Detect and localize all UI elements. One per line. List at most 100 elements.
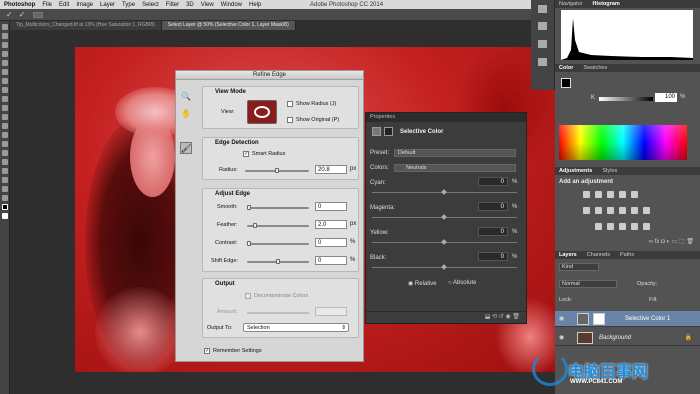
menu-edit[interactable]: Edit bbox=[59, 2, 69, 8]
show-radius-checkbox[interactable] bbox=[287, 101, 293, 107]
brush-preset-icon[interactable] bbox=[33, 11, 44, 18]
gradient-tool-icon[interactable] bbox=[2, 123, 8, 129]
visibility-eye-icon[interactable]: ◉ bbox=[559, 334, 564, 341]
black-slider-knob[interactable] bbox=[441, 264, 447, 270]
levels-icon[interactable] bbox=[595, 191, 602, 198]
character-panel-icon[interactable] bbox=[538, 58, 547, 66]
contrast-input[interactable]: 0 bbox=[315, 238, 347, 247]
smooth-input[interactable]: 0 bbox=[315, 202, 347, 211]
tab-histogram[interactable]: Histogram bbox=[593, 1, 620, 7]
selective-color-icon[interactable] bbox=[643, 223, 650, 230]
path-select-tool-icon[interactable] bbox=[2, 168, 8, 174]
actions-panel-icon[interactable] bbox=[538, 22, 547, 30]
blend-mode-select[interactable]: Normal bbox=[559, 280, 617, 288]
magenta-input[interactable]: 0 bbox=[478, 202, 508, 211]
view-thumbnail[interactable] bbox=[247, 100, 277, 124]
tab-document-1[interactable]: Tip_Multicolors_Changed.tif at 13% (Hue … bbox=[10, 21, 162, 30]
amount-input[interactable] bbox=[315, 307, 347, 316]
quick-select-tool-icon[interactable] bbox=[2, 51, 8, 57]
channel-mixer-icon[interactable] bbox=[631, 207, 638, 214]
delete-icon[interactable]: 🗑 bbox=[512, 314, 520, 320]
shift-edge-input[interactable]: 0 bbox=[315, 256, 347, 265]
contrast-slider-thumb[interactable] bbox=[247, 241, 251, 246]
remember-settings-checkbox[interactable]: ✓ bbox=[204, 348, 210, 354]
brush-mode-icon[interactable]: ✓ bbox=[19, 10, 26, 19]
marquee-tool-icon[interactable] bbox=[2, 33, 8, 39]
absolute-radio[interactable]: ○ Absolute bbox=[448, 280, 476, 286]
properties-tab[interactable]: Properties bbox=[366, 113, 526, 122]
brush-icon[interactable]: ✓ bbox=[6, 10, 13, 19]
black-slider[interactable] bbox=[372, 264, 517, 270]
radius-slider-thumb[interactable] bbox=[275, 168, 279, 173]
radius-input[interactable]: 20.8 bbox=[315, 165, 347, 174]
relative-radio[interactable]: ◉ Relative bbox=[408, 280, 437, 287]
smart-radius-checkbox[interactable]: ✓ bbox=[243, 151, 249, 157]
healing-tool-icon[interactable] bbox=[2, 78, 8, 84]
smooth-slider[interactable] bbox=[247, 205, 309, 210]
history-panel-icon[interactable] bbox=[538, 5, 547, 13]
shift-edge-slider-thumb[interactable] bbox=[276, 259, 280, 264]
menu-help[interactable]: Help bbox=[249, 2, 261, 8]
menu-layer[interactable]: Layer bbox=[100, 2, 115, 8]
eyedropper-tool-icon[interactable] bbox=[2, 69, 8, 75]
eraser-tool-icon[interactable] bbox=[2, 114, 8, 120]
yellow-slider-knob[interactable] bbox=[441, 239, 447, 245]
decontaminate-checkbox[interactable] bbox=[245, 293, 251, 299]
background-color-icon[interactable] bbox=[2, 213, 8, 219]
brush-tool-icon[interactable] bbox=[2, 87, 8, 93]
new-group-icon[interactable]: ▭ bbox=[672, 239, 679, 245]
shape-tool-icon[interactable] bbox=[2, 177, 8, 183]
tab-channels[interactable]: Channels bbox=[587, 252, 610, 258]
color-lookup-icon[interactable] bbox=[643, 207, 650, 214]
menu-filter[interactable]: Filter bbox=[166, 2, 179, 8]
tab-styles[interactable]: Styles bbox=[602, 168, 617, 174]
feather-input[interactable]: 2.0 bbox=[315, 220, 347, 229]
colors-select[interactable]: Neutrals bbox=[394, 164, 516, 172]
menu-view[interactable]: View bbox=[201, 2, 214, 8]
menu-window[interactable]: Window bbox=[221, 2, 242, 8]
black-white-icon[interactable] bbox=[607, 207, 614, 214]
pen-tool-icon[interactable] bbox=[2, 150, 8, 156]
output-to-select[interactable]: Selection ⇕ bbox=[243, 323, 349, 332]
foreground-color-icon[interactable] bbox=[2, 204, 8, 210]
posterize-icon[interactable] bbox=[607, 223, 614, 230]
shift-edge-slider[interactable] bbox=[247, 259, 309, 264]
layer-filter-select[interactable]: Kind bbox=[559, 263, 599, 271]
show-original-checkbox[interactable] bbox=[287, 117, 293, 123]
gradient-map-icon[interactable] bbox=[631, 223, 638, 230]
tab-adjustments[interactable]: Adjustments bbox=[559, 168, 592, 174]
menu-file[interactable]: File bbox=[42, 2, 52, 8]
lasso-tool-icon[interactable] bbox=[2, 42, 8, 48]
contrast-slider[interactable] bbox=[247, 241, 309, 246]
k-slider[interactable] bbox=[599, 97, 653, 101]
smooth-slider-thumb[interactable] bbox=[247, 205, 251, 210]
invert-icon[interactable] bbox=[595, 223, 602, 230]
layer-mask-thumb[interactable] bbox=[593, 313, 605, 325]
menu-3d[interactable]: 3D bbox=[186, 2, 194, 8]
yellow-slider[interactable] bbox=[372, 239, 517, 245]
threshold-icon[interactable] bbox=[619, 223, 626, 230]
brush-panel-icon[interactable] bbox=[538, 40, 547, 48]
zoom-tool-icon[interactable] bbox=[2, 195, 8, 201]
view-previous-icon[interactable]: ⟲ bbox=[492, 314, 499, 320]
color-balance-icon[interactable] bbox=[595, 207, 602, 214]
menu-type[interactable]: Type bbox=[122, 2, 135, 8]
brightness-icon[interactable] bbox=[583, 191, 590, 198]
clip-to-layer-icon[interactable]: ⬓ bbox=[485, 314, 492, 320]
crop-tool-icon[interactable] bbox=[2, 60, 8, 66]
tab-color[interactable]: Color bbox=[559, 65, 573, 71]
yellow-input[interactable]: 0 bbox=[478, 227, 508, 236]
refine-radius-tool-icon[interactable]: 🖌 bbox=[180, 142, 192, 154]
tab-layers[interactable]: Layers bbox=[559, 252, 577, 258]
color-spectrum[interactable] bbox=[559, 125, 687, 160]
curves-icon[interactable] bbox=[607, 191, 614, 198]
blur-tool-icon[interactable] bbox=[2, 132, 8, 138]
hue-saturation-icon[interactable] bbox=[583, 207, 590, 214]
magenta-slider-knob[interactable] bbox=[441, 214, 447, 220]
k-input[interactable]: 100 bbox=[655, 93, 677, 102]
menu-select[interactable]: Select bbox=[142, 2, 159, 8]
radius-slider[interactable] bbox=[245, 168, 309, 173]
menu-app[interactable]: Photoshop bbox=[4, 2, 35, 8]
move-tool-icon[interactable] bbox=[2, 24, 8, 30]
amount-slider[interactable] bbox=[247, 312, 309, 314]
